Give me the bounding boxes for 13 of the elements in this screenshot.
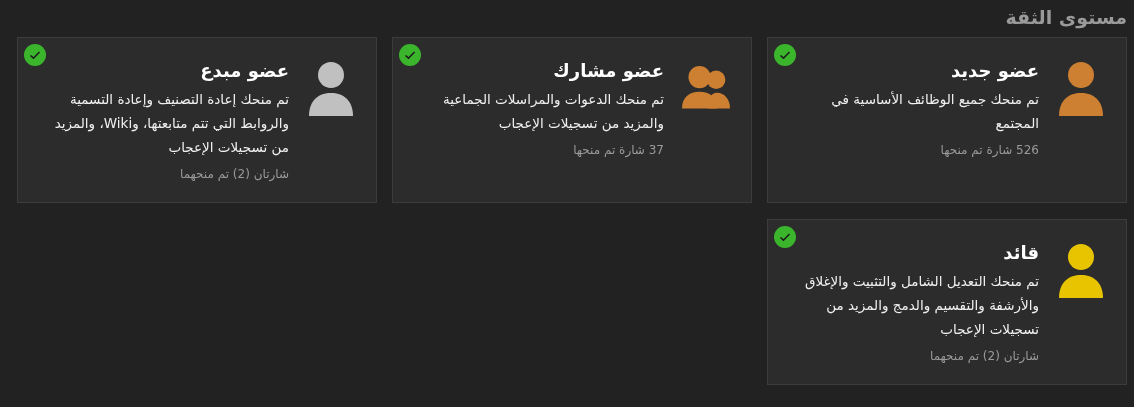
- badge-count: شارتان (2) تم منحهما: [180, 167, 289, 181]
- badge-count: 526 شارة تم منحها: [940, 143, 1039, 157]
- level-name: قائد: [1003, 242, 1039, 263]
- badge-count: شارتان (2) تم منحهما: [930, 349, 1039, 363]
- level-description: تم منحك الدعوات والمراسلات الجماعية والمزيد من تسجيلات الإعجاب: [441, 90, 664, 134]
- level-name: عضو جديد: [950, 60, 1039, 81]
- level-description: تم منحك إعادة التصنيف وإعادة التسمية والروابط التي تتم متابعتها، وWiki، والمزيد من تسجيلات الإعجاب: [53, 90, 289, 158]
- level-description: تم منحك جميع الوظائف الأساسية في المجتمع: [830, 90, 1039, 134]
- badge-count: 37 شارة تم منحها: [573, 143, 664, 157]
- level-name: عضو مبدع: [200, 60, 289, 81]
- section-title: مستوى الثقة: [1005, 6, 1127, 28]
- level-name: عضو مشارك: [553, 60, 664, 81]
- level-description: تم منحك التعديل الشامل والتثبيت والإغلاق والأرشفة والتقسيم والدمج والمزيد من تسجيلات الإعجاب: [803, 272, 1039, 339]
